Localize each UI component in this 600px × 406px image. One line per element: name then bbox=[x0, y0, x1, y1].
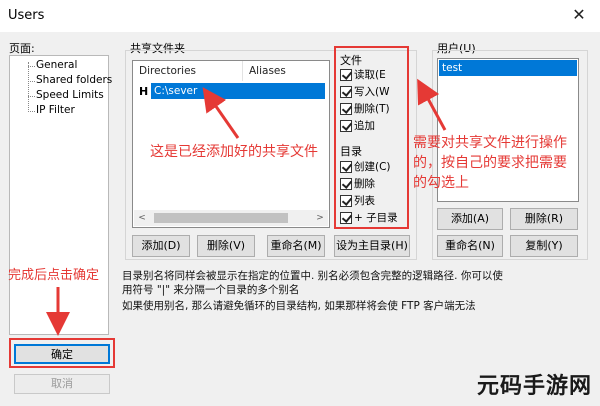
annotation-arrows bbox=[46, 78, 447, 336]
arrow-to-directory bbox=[202, 87, 240, 139]
arrow-to-permissions bbox=[417, 78, 447, 131]
watermark: 元码手游网 bbox=[476, 373, 592, 399]
users-dialog: Users ✕ 页面: General Shared folders Speed… bbox=[0, 0, 600, 406]
